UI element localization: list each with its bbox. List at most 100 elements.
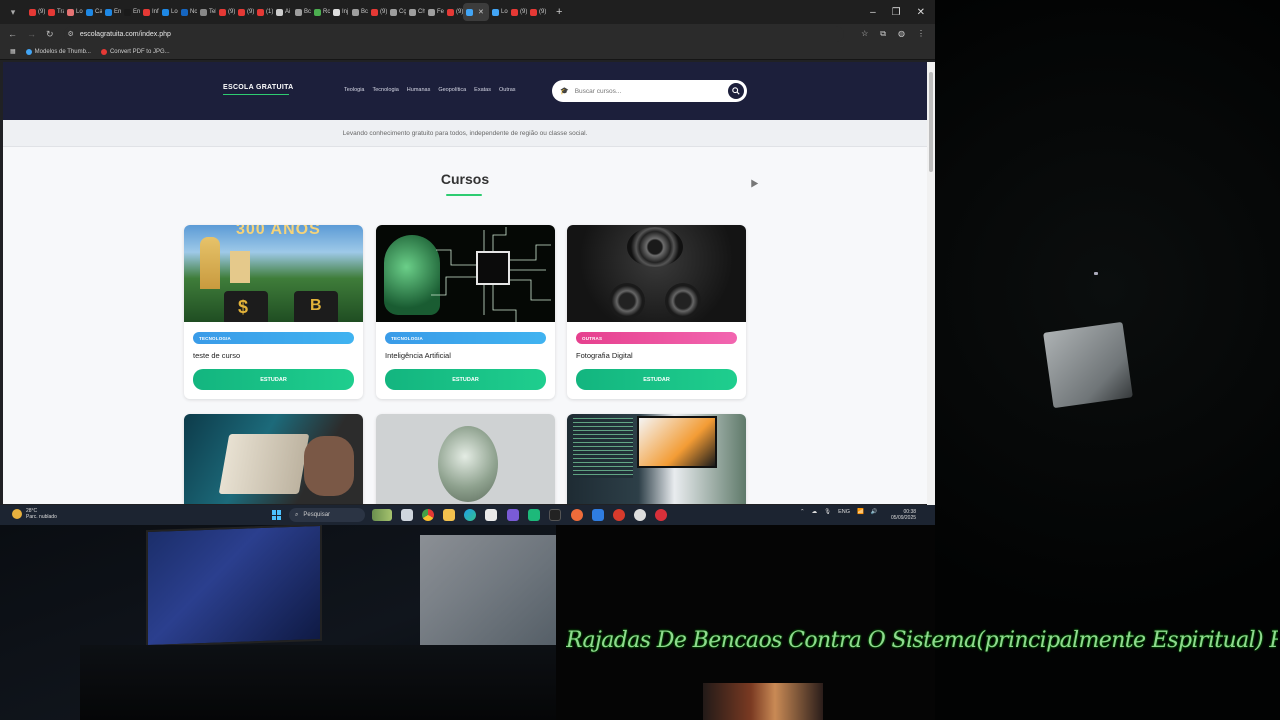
page-scrollbar[interactable] xyxy=(927,62,935,505)
browser-tab[interactable]: ✕ xyxy=(463,3,489,21)
close-icon[interactable]: ✕ xyxy=(917,7,925,18)
browser-tab[interactable]: Err xyxy=(121,3,140,21)
tab-label: Inf xyxy=(152,9,159,15)
address-bar[interactable]: ⚙ escolagratuita.com/index.php xyxy=(63,26,844,42)
edge-app-icon[interactable] xyxy=(464,509,476,521)
taskbar-search-label: Pesquisar xyxy=(303,512,331,518)
study-button[interactable]: ESTUDAR xyxy=(193,369,354,390)
browser-tab[interactable]: Cç xyxy=(387,3,406,21)
browser-tab[interactable]: Rc xyxy=(311,3,330,21)
nav-humanas[interactable]: Humanas xyxy=(407,87,431,93)
study-button[interactable]: ESTUDAR xyxy=(385,369,546,390)
browser-tab[interactable]: Bc xyxy=(349,3,368,21)
menu-icon[interactable]: ⋮ xyxy=(917,29,925,39)
browser-tab[interactable]: (9) xyxy=(235,3,254,21)
course-title: Fotografia Digital xyxy=(576,351,633,360)
browser-tab[interactable]: Bc xyxy=(292,3,311,21)
back-icon[interactable]: ← xyxy=(8,29,17,39)
taskbar-clock[interactable]: 00:38 05/09/2025 xyxy=(891,509,916,521)
taskbar-search[interactable]: ⌕ Pesquisar xyxy=(289,508,365,522)
browser-tab[interactable]: Lo xyxy=(489,3,508,21)
app-icon[interactable] xyxy=(592,509,604,521)
browser-tab[interactable]: Nc xyxy=(178,3,197,21)
nav-teologia[interactable]: Teologia xyxy=(344,87,365,93)
browser-tab[interactable]: Fe xyxy=(425,3,444,21)
tab-search-icon[interactable]: ▾ xyxy=(6,5,20,19)
browser-tab[interactable]: Err xyxy=(102,3,121,21)
app-icon[interactable] xyxy=(613,509,625,521)
nav-exatas[interactable]: Exatas xyxy=(474,87,491,93)
browser-tab[interactable]: (9) xyxy=(216,3,235,21)
search-icon xyxy=(732,87,740,95)
browser-tab[interactable]: (9) xyxy=(26,3,45,21)
weather-sun-icon xyxy=(12,509,22,519)
microphone-icon[interactable]: 🎙 xyxy=(824,509,831,515)
browser-tab[interactable]: (1) xyxy=(254,3,273,21)
money-globe-graphic xyxy=(438,426,498,502)
app-icon[interactable] xyxy=(528,509,540,521)
course-thumbnail[interactable] xyxy=(567,225,746,322)
app-icon[interactable] xyxy=(634,509,646,521)
browser-tab[interactable]: Ca xyxy=(83,3,102,21)
browser-tab[interactable]: (9) xyxy=(444,3,463,21)
apps-grid-icon[interactable]: ▦ xyxy=(10,48,16,55)
app-icon[interactable] xyxy=(571,509,583,521)
new-tab-icon[interactable]: + xyxy=(556,6,562,18)
chrome-app-icon[interactable] xyxy=(422,509,434,521)
site-logo[interactable]: ESCOLA GRATUITA xyxy=(223,84,293,91)
bookmark-thumbnails[interactable]: Modelos de Thumb... xyxy=(25,48,91,55)
course-thumbnail[interactable] xyxy=(184,414,363,504)
extensions-icon[interactable]: ⧉ xyxy=(880,29,886,39)
tab-favicon-icon xyxy=(200,8,207,16)
scrollbar-thumb[interactable] xyxy=(929,72,933,172)
browser-tab[interactable]: Lo xyxy=(159,3,178,21)
volume-icon[interactable]: 🔊 xyxy=(871,509,878,515)
minimize-icon[interactable]: – xyxy=(870,7,876,18)
course-thumbnail[interactable] xyxy=(567,414,746,504)
language-indicator[interactable]: ENG xyxy=(838,509,850,515)
course-thumbnail[interactable]: 300 ANOS $ B xyxy=(184,225,363,322)
browser-tab[interactable]: Inj xyxy=(330,3,349,21)
tab-label: Cç xyxy=(399,9,406,15)
browser-tab[interactable]: Inf xyxy=(140,3,159,21)
nav-geopolitica[interactable]: Geopolítica xyxy=(438,87,466,93)
browser-tab[interactable]: Tel xyxy=(197,3,216,21)
app-icon[interactable] xyxy=(507,509,519,521)
bookmark-convert-pdf[interactable]: Convert PDF to JPG... xyxy=(100,48,170,55)
forward-icon[interactable]: → xyxy=(27,29,36,39)
course-search-input[interactable] xyxy=(574,87,725,95)
wifi-icon[interactable]: 📶 xyxy=(857,509,864,515)
nav-outras[interactable]: Outras xyxy=(499,87,516,93)
browser-tab[interactable]: (9) xyxy=(368,3,387,21)
stream-screen: ▾ (9) Tra Lo Ca Err Err Inf Lo Nc Tel (9) (9) (1) Ai B… xyxy=(0,0,1280,720)
task-view-icon[interactable] xyxy=(401,509,413,521)
browser-tab[interactable]: Lo xyxy=(64,3,83,21)
app-icon[interactable] xyxy=(655,509,667,521)
nav-tecnologia[interactable]: Tecnologia xyxy=(373,87,399,93)
weather-widget[interactable]: 28°C Parc. nublado xyxy=(12,508,57,520)
app-icon[interactable] xyxy=(549,509,561,521)
windows-start-icon[interactable] xyxy=(272,510,282,520)
reload-icon[interactable]: ↻ xyxy=(46,29,54,40)
browser-tab[interactable]: Ai xyxy=(273,3,292,21)
study-button[interactable]: ESTUDAR xyxy=(576,369,737,390)
widgets-app-icon[interactable] xyxy=(372,509,392,521)
browser-tab[interactable]: Ch xyxy=(406,3,425,21)
bookmarks-bar: ▦ Modelos de Thumb... Convert PDF to JPG… xyxy=(0,44,935,60)
browser-tab[interactable]: (9) xyxy=(527,3,546,21)
profile-icon[interactable]: ◍ xyxy=(898,29,905,39)
cloud-icon[interactable]: ☁ xyxy=(812,509,818,515)
maximize-icon[interactable]: ❐ xyxy=(892,7,901,18)
browser-tab[interactable]: (9) xyxy=(508,3,527,21)
site-info-icon[interactable]: ⚙ xyxy=(68,30,74,38)
tab-label: Bc xyxy=(304,9,311,15)
browser-tab[interactable]: Tra xyxy=(45,3,64,21)
search-button[interactable] xyxy=(728,83,744,99)
course-thumbnail[interactable] xyxy=(376,225,555,322)
bookmark-star-icon[interactable]: ☆ xyxy=(861,29,868,39)
course-thumbnail[interactable] xyxy=(376,414,555,504)
store-app-icon[interactable] xyxy=(485,509,497,521)
tab-close-icon[interactable]: ✕ xyxy=(478,8,484,16)
chevron-up-icon[interactable]: ⌃ xyxy=(800,509,805,515)
file-explorer-icon[interactable] xyxy=(443,509,455,521)
